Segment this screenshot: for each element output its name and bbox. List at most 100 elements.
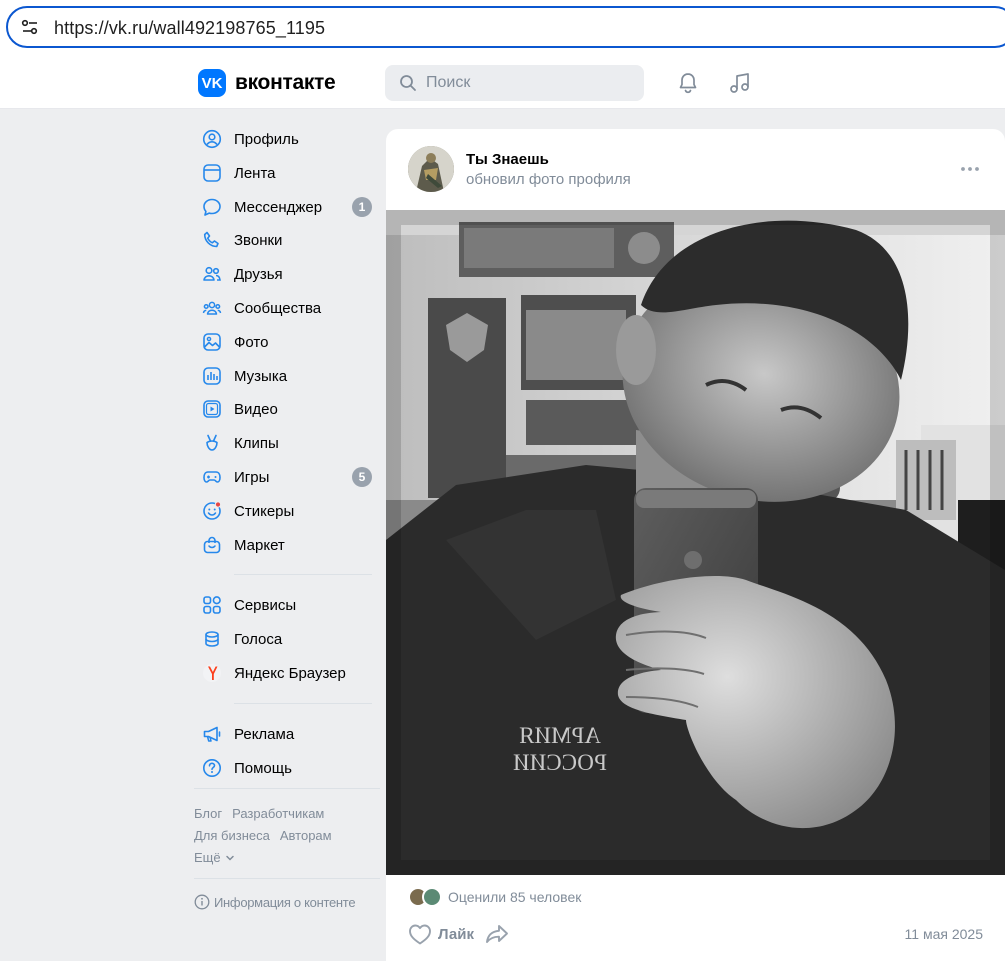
sidebar-item-music[interactable]: Музыка <box>194 359 384 393</box>
yandex-browser-icon <box>203 663 221 682</box>
footer-link-developers[interactable]: Разработчикам <box>232 806 324 821</box>
sidebar-item-label: Клипы <box>234 435 279 453</box>
games-icon <box>203 471 221 483</box>
post-photo[interactable]: АРМИЯ РОССИИ <box>386 210 1005 875</box>
clips-icon <box>206 434 218 451</box>
sidebar-item-label: Голоса <box>234 631 283 649</box>
unread-badge: 1 <box>352 196 372 217</box>
url-field[interactable]: https://vk.ru/wall492198765_1195 <box>6 6 1005 48</box>
shirt-text-line1: АРМИЯ <box>519 723 601 748</box>
sidebar-item-label: Музыка <box>234 367 288 385</box>
post-author[interactable]: Ты Знаешь <box>466 151 549 168</box>
profile-icon <box>202 129 222 149</box>
sidebar-item-photo[interactable]: Фото <box>194 325 384 359</box>
megaphone-icon <box>203 726 221 742</box>
search-input[interactable]: Поиск <box>385 65 644 101</box>
sidebar-item-video[interactable]: Видео <box>194 392 384 426</box>
sidebar-item-label: Стикеры <box>234 502 295 520</box>
sidebar-item-games[interactable]: Игры 5 <box>194 460 384 494</box>
sidebar-item-label: Сервисы <box>234 597 297 615</box>
sidebar-item-label: Друзья <box>234 266 283 284</box>
help-icon <box>203 758 221 777</box>
shirt-text-line2: РОССИИ <box>513 750 607 775</box>
search-icon <box>400 75 416 91</box>
selfie-illustration: АРМИЯ РОССИИ <box>386 210 1005 875</box>
sidebar-item-clips[interactable]: Клипы <box>194 426 384 460</box>
vk-logo-icon: VK <box>198 69 226 97</box>
sidebar-item-label: Звонки <box>234 232 283 250</box>
footer-link-blog[interactable]: Блог <box>194 806 222 821</box>
liker-avatar <box>422 887 442 907</box>
sidebar-item-profile[interactable]: Профиль <box>194 122 384 156</box>
likers-summary[interactable]: Оценили 85 человек <box>408 887 581 907</box>
sidebar-item-label: Видео <box>234 401 278 419</box>
sidebar-item-label: Мессенджер <box>234 198 323 216</box>
footer-divider <box>194 788 380 789</box>
footer-link-business[interactable]: Для бизнеса <box>194 828 270 843</box>
music-icon <box>203 366 221 385</box>
vk-logo[interactable]: VK вконтакте <box>198 69 336 97</box>
sidebar-item-label: Яндекс Браузер <box>234 664 346 682</box>
services-icon <box>203 596 221 615</box>
vk-header: VK вконтакте Поиск <box>0 56 1005 109</box>
content-info-label: Информация о контенте <box>214 894 356 910</box>
share-button[interactable] <box>484 923 510 950</box>
more-options-icon[interactable] <box>960 159 980 179</box>
sidebar-item-label: Профиль <box>234 131 299 148</box>
sidebar-item-label: Реклама <box>234 725 295 743</box>
sidebar-item-label: Помощь <box>234 759 292 777</box>
sidebar-item-market[interactable]: Маркет <box>194 528 384 562</box>
tune-icon[interactable] <box>20 17 40 37</box>
sidebar-item-ads[interactable]: Реклама <box>194 717 384 751</box>
sidebar-divider <box>234 702 372 704</box>
feed-icon <box>203 163 221 182</box>
stickers-icon <box>203 501 222 520</box>
search-placeholder: Поиск <box>426 74 471 91</box>
footer-links: Блог Разработчикам Для бизнеса Авторам Ещё <box>194 803 374 869</box>
heart-icon <box>409 924 431 945</box>
post-card: Ты Знаешь обновил фото профиля АРМИЯ РОС… <box>386 129 1005 961</box>
url-text: https://vk.ru/wall492198765_1195 <box>54 18 326 38</box>
sidebar-item-feed[interactable]: Лента <box>194 156 384 190</box>
phone-icon <box>203 232 219 248</box>
sidebar-item-label: Игры <box>234 468 270 486</box>
sidebar-item-label: Сообщества <box>234 299 322 317</box>
footer-more-label: Ещё <box>194 850 221 865</box>
avatar[interactable] <box>408 146 454 192</box>
post-action-text: обновил фото профиля <box>466 171 631 188</box>
sidebar-item-stickers[interactable]: Стикеры <box>194 494 384 528</box>
sidebar-item-friends[interactable]: Друзья <box>194 257 384 291</box>
logo-text: вконтакте <box>235 71 336 94</box>
sidebar-item-help[interactable]: Помощь <box>194 751 384 785</box>
sidebar-item-yandex-browser[interactable]: Яндекс Браузер <box>194 656 384 690</box>
sidebar-item-label: Лента <box>234 164 276 182</box>
content-info-link[interactable]: Информация о контенте <box>194 894 356 910</box>
sidebar-item-communities[interactable]: Сообщества <box>194 291 384 325</box>
messenger-icon <box>203 198 221 216</box>
share-icon <box>486 925 508 943</box>
votes-icon <box>205 631 219 647</box>
friends-icon <box>203 267 221 281</box>
sidebar: Профиль Лента Мессенджер 1 Звонки Друзья… <box>194 122 384 784</box>
photo-icon <box>203 332 221 351</box>
sidebar-item-votes[interactable]: Голоса <box>194 622 384 656</box>
communities-icon <box>202 301 222 315</box>
sidebar-item-label: Фото <box>234 333 269 351</box>
market-icon <box>203 536 221 553</box>
music-note-icon[interactable] <box>728 71 752 95</box>
footer-link-authors[interactable]: Авторам <box>280 828 332 843</box>
like-button[interactable]: Лайк <box>408 923 474 945</box>
sidebar-item-calls[interactable]: Звонки <box>194 223 384 257</box>
like-label: Лайк <box>438 925 474 943</box>
footer-divider <box>194 878 380 879</box>
chevron-down-icon <box>225 855 234 861</box>
sidebar-item-label: Маркет <box>234 536 285 554</box>
bell-icon[interactable] <box>676 71 700 95</box>
post-date[interactable]: 11 мая 2025 <box>905 926 983 942</box>
likes-count-text: Оценили 85 человек <box>448 889 582 905</box>
games-badge: 5 <box>352 466 372 487</box>
footer-more[interactable]: Ещё <box>194 847 374 869</box>
avatar-image <box>408 146 454 192</box>
sidebar-item-messenger[interactable]: Мессенджер 1 <box>194 190 384 224</box>
sidebar-item-services[interactable]: Сервисы <box>194 588 384 622</box>
